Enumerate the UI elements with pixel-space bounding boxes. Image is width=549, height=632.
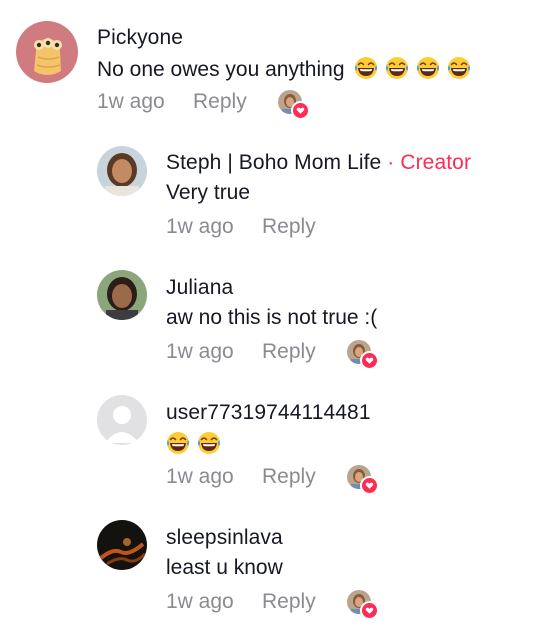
comment-username: Steph | Boho Mom Life · Creator xyxy=(166,151,471,175)
avatar[interactable] xyxy=(97,520,147,570)
comment-username[interactable]: sleepsinlava xyxy=(166,526,283,550)
laughing-tears-icon xyxy=(354,56,378,80)
comment-username[interactable]: Pickyone xyxy=(97,26,183,50)
comment-text: least u know xyxy=(166,556,283,579)
comment-time: 1w ago xyxy=(166,340,234,363)
laughing-tears-icon xyxy=(197,431,221,455)
avatar[interactable] xyxy=(97,270,147,320)
heart-icon xyxy=(360,476,379,495)
comments-list: Pickyone No one owes you anything 1w ago… xyxy=(0,0,549,632)
creator-label: Creator xyxy=(400,151,472,174)
laughing-tears-icon xyxy=(385,56,409,80)
creator-liked-badge xyxy=(347,590,379,620)
reply-button[interactable]: Reply xyxy=(262,340,316,364)
reply-button[interactable]: Reply xyxy=(193,90,247,114)
comment-time: 1w ago xyxy=(166,215,234,238)
heart-icon xyxy=(360,351,379,370)
reply-button[interactable]: Reply xyxy=(262,465,316,489)
avatar[interactable] xyxy=(97,395,147,445)
reply-button[interactable]: Reply xyxy=(262,215,316,239)
comment-text-content: No one owes you anything xyxy=(97,58,345,81)
comment-text: No one owes you anything xyxy=(97,56,478,82)
laughing-tears-icon xyxy=(416,56,440,80)
reply-username[interactable]: Steph | Boho Mom Life xyxy=(166,151,381,174)
heart-icon xyxy=(360,601,379,620)
comment-username[interactable]: user77319744114481 xyxy=(166,401,371,425)
reply-button[interactable]: Reply xyxy=(262,590,316,614)
creator-liked-badge xyxy=(347,465,379,495)
comment-text: aw no this is not true :( xyxy=(166,306,378,329)
laughing-tears-icon xyxy=(166,431,190,455)
comment-time: 1w ago xyxy=(97,90,165,113)
comment-time: 1w ago xyxy=(166,465,234,488)
emoji-group xyxy=(354,58,478,81)
comment-time: 1w ago xyxy=(166,590,234,613)
creator-separator: · xyxy=(387,151,395,174)
comment-text xyxy=(166,431,228,457)
avatar[interactable] xyxy=(97,146,147,196)
creator-liked-badge xyxy=(347,340,379,370)
laughing-tears-icon xyxy=(447,56,471,80)
creator-liked-badge xyxy=(278,90,310,120)
avatar[interactable] xyxy=(16,21,78,83)
heart-icon xyxy=(291,101,310,120)
comment-text: Very true xyxy=(166,181,251,204)
comment-username[interactable]: Juliana xyxy=(166,276,233,300)
